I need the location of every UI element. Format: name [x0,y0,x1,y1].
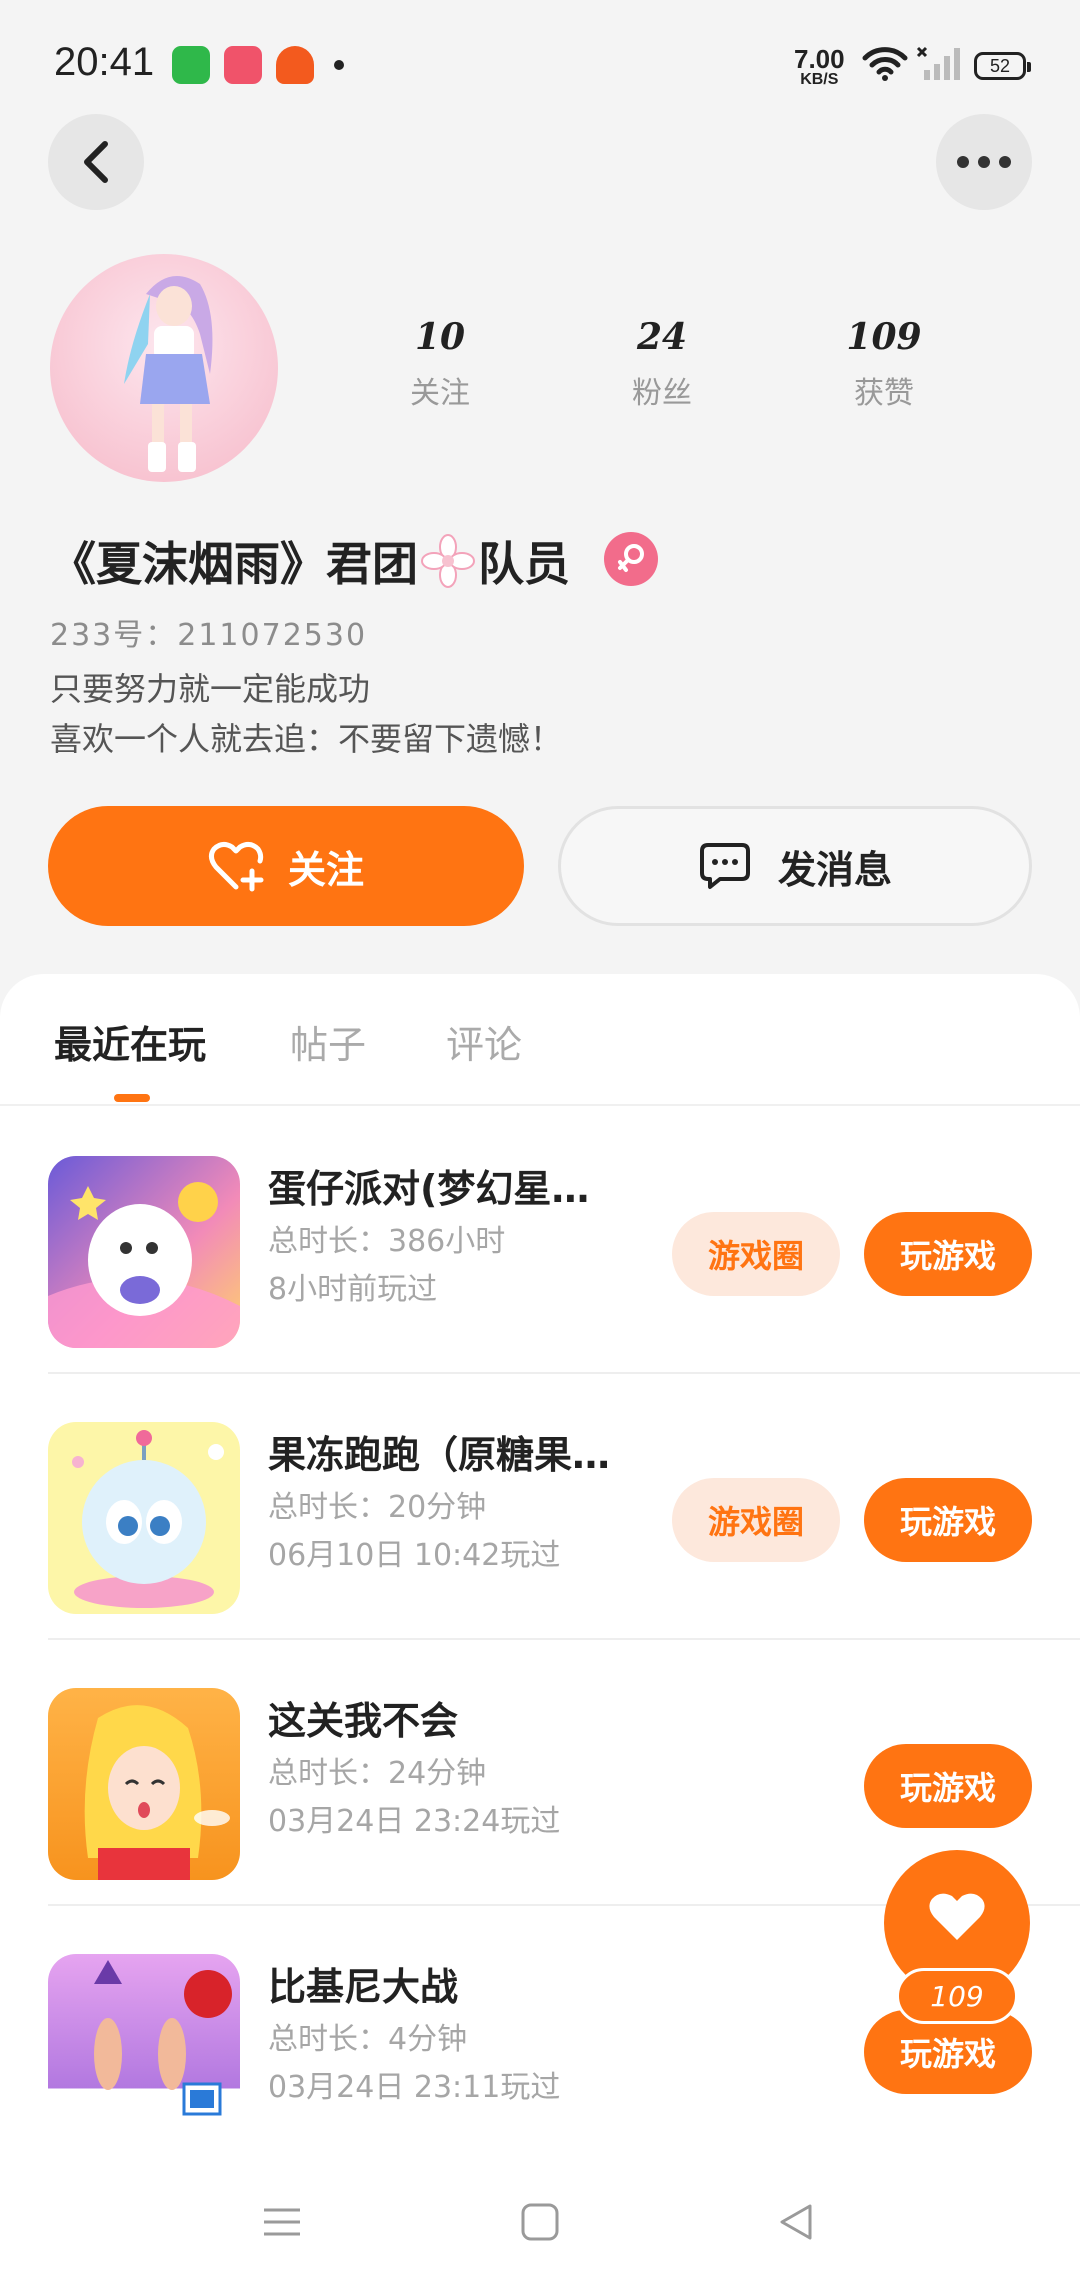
home-icon[interactable] [520,2202,560,2242]
game-name: 比基尼大战 [268,1965,459,2009]
follow-button[interactable]: 关注 [48,806,524,926]
signal-icon [916,46,960,80]
flower-icon [421,534,475,588]
follow-label: 关注 [287,847,364,892]
wifi-icon [862,47,908,81]
stat-label: 粉丝 [632,376,692,411]
stat-following[interactable]: 10 关注 [360,316,520,412]
game-last-played: 03月24日 23:11玩过 [268,2070,561,2105]
game-name: 果冻跑跑（原糖果… [268,1433,611,1477]
status-time: 20:41 [54,40,155,84]
status-bar: 20:41 7.00 KB/S 52 [0,0,1080,130]
game-last-played: 8小时前玩过 [268,1272,438,1307]
play-game-button[interactable]: 玩游戏 [864,1212,1032,1296]
game-duration: 总时长：386小时 [268,1224,506,1259]
nickname: 《夏沫烟雨》君团 队员 [50,528,570,594]
stat-value: 10 [414,316,466,358]
heart-icon [929,1893,985,1940]
nickname-part1: 《夏沫烟雨》君团 [50,537,418,591]
gender-badge [604,532,658,586]
more-button[interactable] [936,114,1032,210]
heart-plus-icon [208,841,264,892]
app-notification-icon [172,46,210,84]
tab-bar: 最近在玩 帖子 评论 [0,974,1080,1106]
battery-icon: 52 [974,52,1031,80]
user-id: 233号：211072530 [50,618,368,653]
game-icon-this-level[interactable] [48,1688,240,1880]
bio-line: 喜欢一个人就去追：不要留下遗憾！ [50,720,563,758]
more-icon [957,156,1011,168]
stat-value: 24 [636,316,688,358]
avatar-illustration [124,276,213,472]
back-nav-icon[interactable] [776,2202,816,2242]
game-last-played: 06月10日 10:42玩过 [268,1538,561,1573]
net-speed: 7.00 KB/S [794,44,845,88]
game-duration: 总时长：20分钟 [268,1490,487,1525]
game-list-item[interactable]: 果冻跑跑（原糖果… 总时长：20分钟 06月10日 10:42玩过 游戏圈 玩游… [0,1374,1080,1640]
app-notification-icon [276,46,314,84]
app-notification-icon [224,46,262,84]
send-message-button[interactable]: 发消息 [558,806,1032,926]
content-card: 最近在玩 帖子 评论 蛋仔派对(梦幻星… 总时长：386小时 8小时前玩过 游戏… [0,974,1080,2280]
chat-icon [699,843,750,889]
tab-comments[interactable]: 评论 [446,1014,522,1069]
stat-value: 109 [846,316,922,358]
bio-line: 只要努力就一定能成功 [50,670,371,708]
game-name: 这关我不会 [268,1699,459,1743]
system-nav-bar [0,2180,1080,2280]
female-icon [618,544,644,572]
stat-likes[interactable]: 109 获赞 [804,316,964,412]
game-circle-button[interactable]: 游戏圈 [672,1212,840,1296]
menu-icon[interactable] [262,2202,302,2242]
game-list-item[interactable]: 蛋仔派对(梦幻星… 总时长：386小时 8小时前玩过 游戏圈 玩游戏 [0,1108,1080,1374]
tab-indicator [114,1094,150,1102]
bio: 只要努力就一定能成功 喜欢一个人就去追：不要留下遗憾！ [50,664,562,764]
game-circle-button[interactable]: 游戏圈 [672,1478,840,1562]
tab-posts[interactable]: 帖子 [290,1014,366,1069]
game-last-played: 03月24日 23:24玩过 [268,1804,561,1839]
tab-recent-games[interactable]: 最近在玩 [54,1014,206,1069]
nickname-part2: 队员 [478,537,570,591]
message-label: 发消息 [777,847,892,892]
stat-label: 获赞 [854,376,914,411]
game-icon-eggy-party[interactable] [48,1156,240,1348]
avatar[interactable] [50,254,278,482]
back-button[interactable] [48,114,144,210]
play-game-button[interactable]: 玩游戏 [864,1744,1032,1828]
back-icon [84,141,108,183]
more-notifications-dot [334,60,344,70]
game-icon-jelly-run[interactable] [48,1422,240,1614]
play-game-button[interactable]: 玩游戏 [864,1478,1032,1562]
stat-label: 关注 [410,376,470,411]
game-duration: 总时长：24分钟 [268,1756,487,1791]
stat-followers[interactable]: 24 粉丝 [582,316,742,412]
game-icon-bikini-battle[interactable] [48,1954,240,2146]
like-count: 109 [896,1968,1018,2024]
game-duration: 总时长：4分钟 [268,2022,468,2057]
game-name: 蛋仔派对(梦幻星… [268,1167,590,1211]
